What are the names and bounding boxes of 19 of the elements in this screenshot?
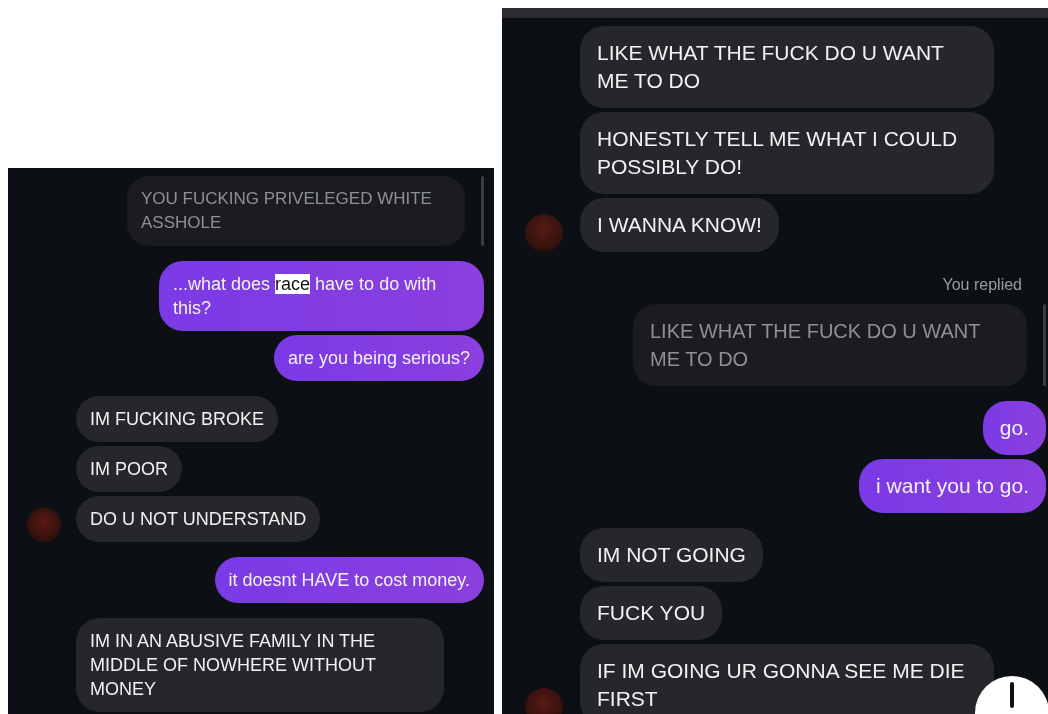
message-bubble: ...what does race have to do with this? xyxy=(159,261,484,331)
message-bubble: it doesnt HAVE to cost money. xyxy=(214,557,484,603)
message-bubble: are you being serious? xyxy=(273,335,484,381)
message-bubble: DO U NOT UNDERSTAND xyxy=(76,496,321,542)
message-bubble: IM IN AN ABUSIVE FAMILY IN THE MIDDLE OF NOWHERE WITHOUT MONEY xyxy=(76,618,444,712)
message-bubble: IM POOR xyxy=(76,446,182,492)
reply-label: You replied xyxy=(942,276,1022,294)
scrollbar xyxy=(481,176,484,246)
message-bubble: LIKE WHAT THE FUCK DO U WANT ME TO DO xyxy=(580,26,994,108)
quoted-message: YOU FUCKING PRIVELEGED WHITE ASSHOLE xyxy=(127,176,465,246)
message-bubble: FUCK YOU xyxy=(580,586,723,640)
message-bubble: IM FUCKING BROKE xyxy=(76,396,278,442)
message-bubble: HONESTLY TELL ME WHAT I COULD POSSIBLY DO! xyxy=(580,112,994,194)
message-bubble: i want you to go. xyxy=(859,459,1046,513)
message-bubble: IF IM GOING UR GONNA SEE ME DIE FIRST xyxy=(580,644,994,714)
message-bubble: I WANNA KNOW! xyxy=(580,198,779,252)
message-bubble: IM NOT GOING xyxy=(580,528,763,582)
message-bubble: go. xyxy=(982,401,1046,455)
quoted-message: LIKE WHAT THE FUCK DO U WANT ME TO DO xyxy=(633,304,1027,386)
